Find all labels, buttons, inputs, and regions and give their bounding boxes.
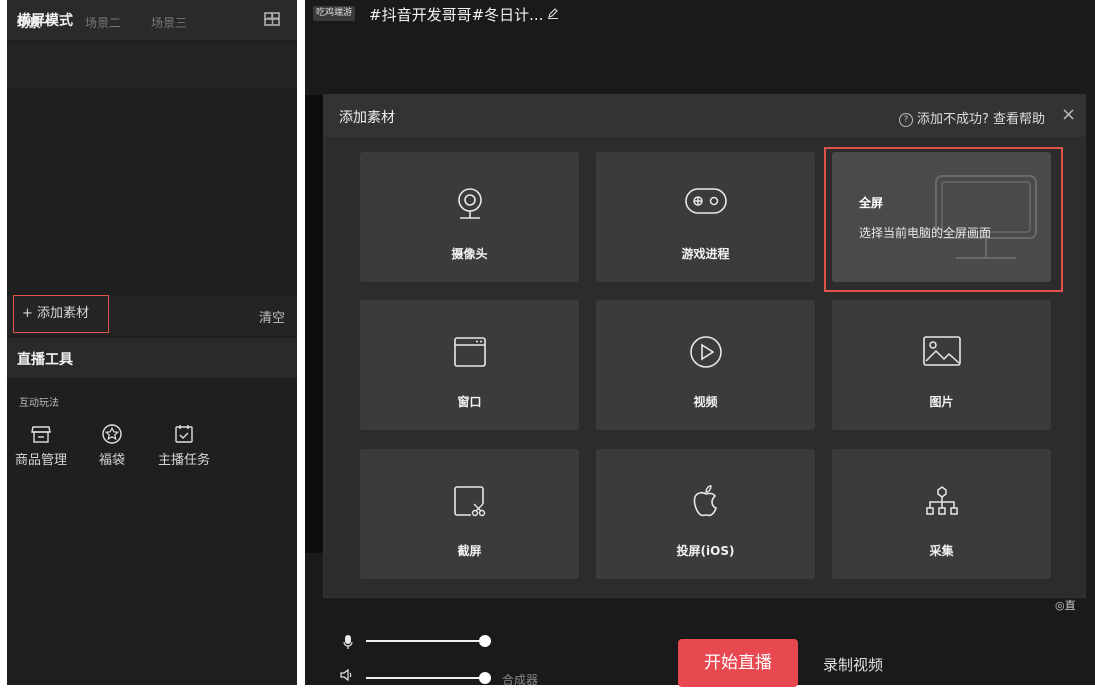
scene-tab-active-bg [13,40,69,44]
start-live-button[interactable]: 开始直播 [678,639,798,687]
window-icon [360,335,579,373]
image-icon [832,335,1051,371]
preview-canvas [305,95,324,553]
speaker-volume-slider[interactable] [366,677,484,679]
card-screenshot[interactable]: 截屏 [360,449,579,579]
dialog-title: 添加素材 [339,110,395,126]
mic-volume-knob[interactable] [479,635,491,647]
microphone-icon[interactable] [343,634,353,650]
speaker-volume-knob[interactable] [479,672,491,684]
category-badge[interactable]: 吃鸡端游 [313,6,356,21]
capture-icon [832,484,1051,522]
help-icon: ? [899,113,913,127]
gamepad-icon [596,187,815,219]
stream-title[interactable]: #抖音开发哥哥#冬日计... [369,4,543,25]
left-panel: 横屏模式 场景一 场景二 场景三 + + 添加素材 清空 直播工具 互动玩法 商… [7,0,297,685]
tab-scene-3[interactable]: 场景三 [151,14,187,31]
card-window[interactable]: 窗口 [360,300,579,430]
tab-scene-2[interactable]: 场景二 [85,14,121,31]
card-label: 视频 [693,395,718,409]
close-button[interactable]: × [1061,104,1076,125]
card-video[interactable]: 视频 [596,300,815,430]
add-scene-button[interactable]: + [265,8,280,29]
mixer-label[interactable]: 合成器 [502,671,538,688]
scene-tabs [7,44,297,88]
clear-button[interactable]: 清空 [259,307,285,326]
card-label: 摄像头 [451,247,488,261]
apple-icon [596,484,815,524]
tools-title: 直播工具 [17,352,73,368]
edit-icon[interactable] [547,7,559,19]
task-icon [175,425,193,443]
card-ios-mirror[interactable]: 投屏(iOS) [596,449,815,579]
side-hint[interactable]: ◎直 [1055,597,1076,613]
mic-volume-slider[interactable] [366,640,484,642]
lucky-bag-icon [102,424,122,444]
tab-scene-1[interactable]: 场景一 [17,14,53,31]
card-label: 采集 [929,544,954,558]
tool-lucky-bag[interactable]: 福袋 [99,423,125,468]
tool-label: 福袋 [99,453,126,468]
card-label: 游戏进程 [681,247,730,261]
record-video-button[interactable]: 录制视频 [823,654,883,675]
tool-label: 主播任务 [158,453,211,468]
card-label: 窗口 [457,395,482,409]
card-capture[interactable]: 采集 [832,449,1051,579]
card-image[interactable]: 图片 [832,300,1051,430]
card-game-process[interactable]: 游戏进程 [596,152,815,282]
interact-section-label: 互动玩法 [19,398,59,409]
play-icon [596,335,815,373]
speaker-icon[interactable] [340,669,354,681]
tool-streamer-task[interactable]: 主播任务 [158,423,210,468]
fullscreen-highlight-frame [824,147,1063,292]
camera-icon [360,187,579,225]
screenshot-icon [360,484,579,522]
card-camera[interactable]: 摄像头 [360,152,579,282]
help-link[interactable]: ? 添加不成功? 查看帮助 [899,108,1045,127]
card-label: 截屏 [457,544,482,558]
tool-label: 商品管理 [15,453,68,468]
add-material-button[interactable]: + 添加素材 [13,295,109,333]
help-link-text: 添加不成功? 查看帮助 [917,112,1046,127]
tool-product-management[interactable]: 商品管理 [15,423,67,468]
store-icon [31,426,51,443]
card-label: 图片 [929,395,954,409]
card-label: 投屏(iOS) [676,544,735,558]
